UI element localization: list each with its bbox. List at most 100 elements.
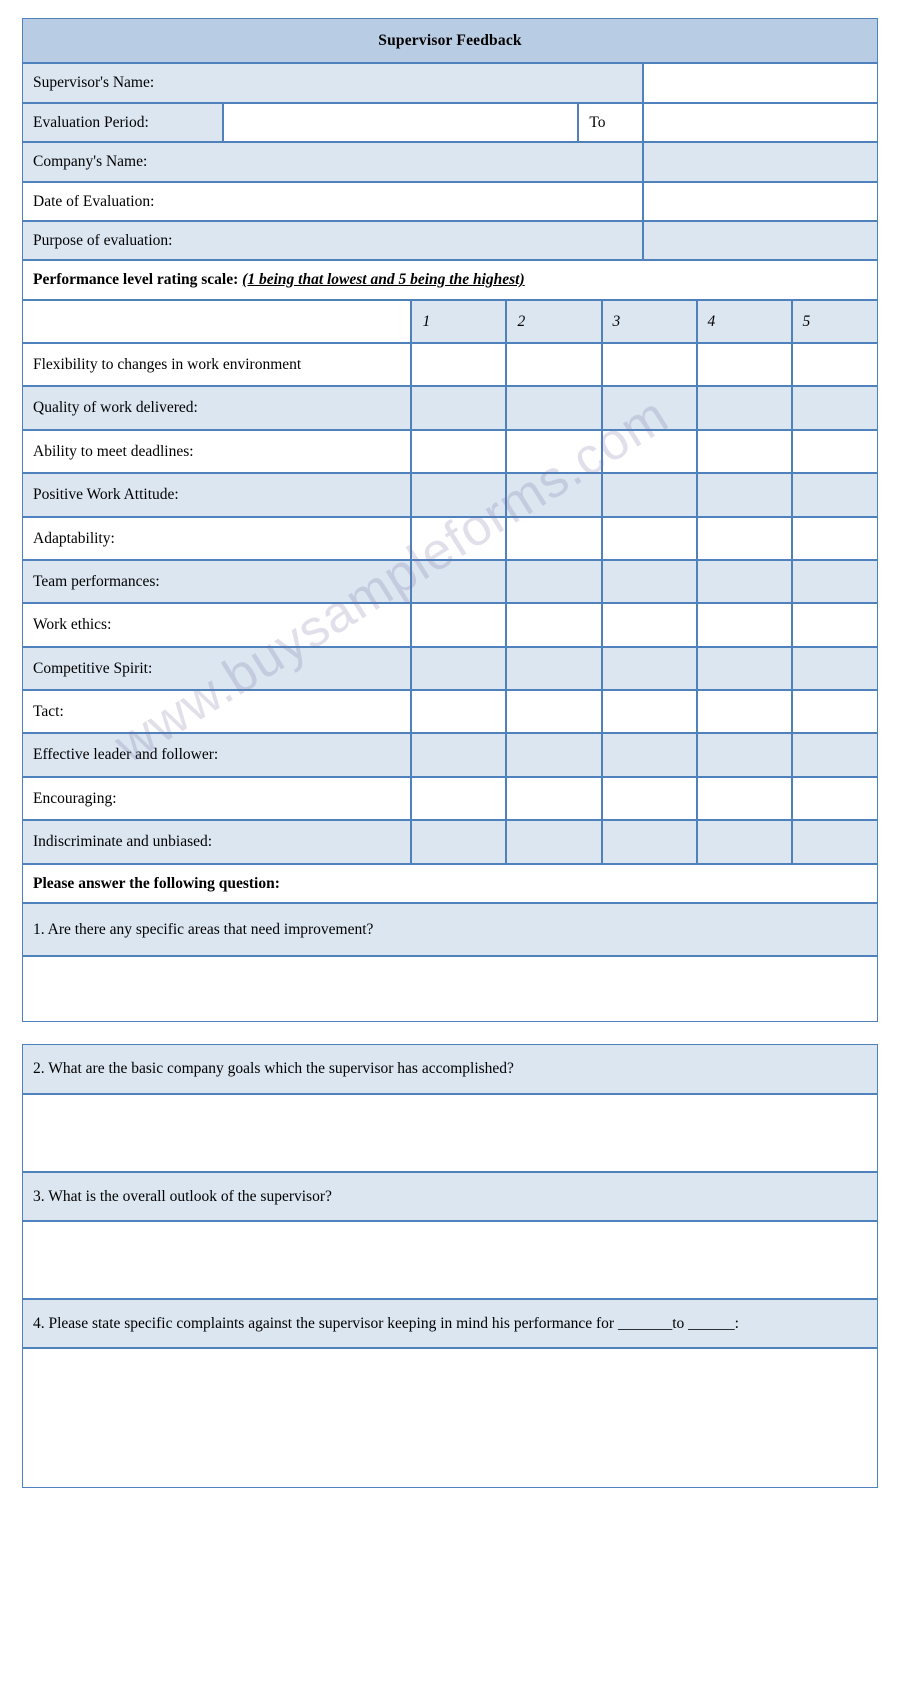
rating-cell-flexibility-5[interactable] — [791, 343, 878, 387]
rating-cell-tact-3[interactable] — [601, 690, 697, 734]
rating-label-encouraging: Encouraging: — [22, 776, 412, 821]
rating-cell-leader-3[interactable] — [601, 733, 697, 777]
rating-column-3: 3 — [601, 299, 697, 343]
rating-cell-deadlines-1[interactable] — [411, 429, 507, 474]
table-row: Flexibility to changes in work environme… — [22, 343, 878, 387]
form-section-one: Supervisor Feedback Supervisor's Name: E… — [22, 18, 878, 1023]
rating-cell-quality-3[interactable] — [601, 386, 697, 430]
question-1-answer[interactable] — [22, 956, 878, 1023]
rating-cell-quality-5[interactable] — [791, 386, 878, 430]
rating-cell-competitive-4[interactable] — [696, 646, 792, 690]
rating-cell-tact-2[interactable] — [506, 690, 602, 734]
rating-cell-ethics-3[interactable] — [601, 603, 697, 647]
rating-cell-leader-4[interactable] — [696, 733, 792, 777]
rating-cell-flexibility-2[interactable] — [506, 343, 602, 387]
rating-cell-quality-1[interactable] — [411, 386, 507, 430]
question-two-row: 2. What are the basic company goals whic… — [22, 1044, 878, 1094]
rating-cell-leader-1[interactable] — [411, 733, 507, 777]
rating-cell-attitude-4[interactable] — [696, 473, 792, 517]
label-to: To — [578, 102, 643, 143]
field-row-evaluation-period: Evaluation Period: To — [22, 102, 878, 143]
rating-cell-flexibility-3[interactable] — [601, 343, 697, 387]
label-date-of-evaluation: Date of Evaluation: — [22, 181, 643, 221]
section-divider — [22, 1022, 878, 1044]
rating-cell-attitude-1[interactable] — [411, 473, 507, 517]
rating-label-deadlines: Ability to meet deadlines: — [22, 429, 412, 474]
rating-cell-encouraging-1[interactable] — [411, 776, 507, 821]
rating-cell-adaptability-3[interactable] — [601, 516, 697, 560]
rating-label-positive-attitude: Positive Work Attitude: — [22, 473, 412, 517]
rating-cell-deadlines-4[interactable] — [696, 429, 792, 474]
rating-column-2: 2 — [506, 299, 602, 343]
rating-cell-quality-4[interactable] — [696, 386, 792, 430]
rating-cell-competitive-2[interactable] — [506, 646, 602, 690]
rating-cell-flexibility-4[interactable] — [696, 343, 792, 387]
rating-cell-indiscriminate-3[interactable] — [601, 820, 697, 864]
rating-cell-adaptability-1[interactable] — [411, 516, 507, 560]
rating-cell-competitive-1[interactable] — [411, 646, 507, 690]
rating-cell-competitive-5[interactable] — [791, 646, 878, 690]
rating-cell-tact-4[interactable] — [696, 690, 792, 734]
rating-label-tact: Tact: — [22, 690, 412, 734]
rating-cell-attitude-5[interactable] — [791, 473, 878, 517]
rating-cell-indiscriminate-2[interactable] — [506, 820, 602, 864]
rating-cell-leader-2[interactable] — [506, 733, 602, 777]
rating-cell-team-5[interactable] — [791, 559, 878, 604]
rating-cell-deadlines-2[interactable] — [506, 429, 602, 474]
rating-cell-ethics-4[interactable] — [696, 603, 792, 647]
label-evaluation-period: Evaluation Period: — [22, 102, 224, 143]
header-and-fields-table: Supervisor Feedback Supervisor's Name: E… — [22, 18, 878, 300]
table-row: Work ethics: — [22, 603, 878, 647]
rating-cell-tact-1[interactable] — [411, 690, 507, 734]
rating-cell-quality-2[interactable] — [506, 386, 602, 430]
rating-cell-ethics-5[interactable] — [791, 603, 878, 647]
rating-cell-flexibility-1[interactable] — [411, 343, 507, 387]
rating-cell-team-2[interactable] — [506, 559, 602, 604]
rating-cell-attitude-3[interactable] — [601, 473, 697, 517]
rating-cell-adaptability-5[interactable] — [791, 516, 878, 560]
rating-column-4: 4 — [696, 299, 792, 343]
table-row: Positive Work Attitude: — [22, 473, 878, 517]
rating-cell-encouraging-2[interactable] — [506, 776, 602, 821]
question-4-answer[interactable] — [22, 1348, 878, 1489]
table-row: Adaptability: — [22, 516, 878, 560]
label-supervisors-name: Supervisor's Name: — [22, 63, 643, 103]
rating-cell-tact-5[interactable] — [791, 690, 878, 734]
rating-cell-indiscriminate-5[interactable] — [791, 820, 878, 864]
question-four-answer-row — [22, 1348, 878, 1489]
input-evaluation-period-to[interactable] — [642, 102, 878, 143]
table-row: Quality of work delivered: — [22, 386, 878, 430]
input-date-of-evaluation[interactable] — [642, 181, 878, 221]
table-row: Indiscriminate and unbiased: — [22, 820, 878, 864]
rating-cell-team-1[interactable] — [411, 559, 507, 604]
input-purpose-of-evaluation[interactable] — [642, 220, 878, 261]
question-one-table: Please answer the following question: 1.… — [22, 863, 878, 1023]
rating-cell-adaptability-4[interactable] — [696, 516, 792, 560]
rating-cell-encouraging-5[interactable] — [791, 776, 878, 821]
rating-cell-deadlines-5[interactable] — [791, 429, 878, 474]
rating-cell-encouraging-3[interactable] — [601, 776, 697, 821]
rating-cell-attitude-2[interactable] — [506, 473, 602, 517]
question-3-answer[interactable] — [22, 1221, 878, 1299]
input-supervisors-name[interactable] — [642, 63, 878, 103]
rating-cell-ethics-2[interactable] — [506, 603, 602, 647]
question-three-answer-row — [22, 1221, 878, 1299]
form-section-two: 2. What are the basic company goals whic… — [22, 1044, 878, 1489]
rating-label-quality-of-work: Quality of work delivered: — [22, 386, 412, 430]
rating-cell-indiscriminate-1[interactable] — [411, 820, 507, 864]
rating-cell-deadlines-3[interactable] — [601, 429, 697, 474]
rating-cell-team-4[interactable] — [696, 559, 792, 604]
rating-header-blank — [22, 299, 412, 343]
rating-cell-indiscriminate-4[interactable] — [696, 820, 792, 864]
rating-cell-team-3[interactable] — [601, 559, 697, 604]
rating-label-indiscriminate: Indiscriminate and unbiased: — [22, 820, 412, 864]
input-evaluation-period-from[interactable] — [223, 102, 579, 143]
field-row-date-of-evaluation: Date of Evaluation: — [22, 181, 878, 221]
rating-cell-encouraging-4[interactable] — [696, 776, 792, 821]
rating-cell-leader-5[interactable] — [791, 733, 878, 777]
rating-cell-ethics-1[interactable] — [411, 603, 507, 647]
input-companys-name[interactable] — [642, 142, 878, 182]
rating-cell-competitive-3[interactable] — [601, 646, 697, 690]
rating-cell-adaptability-2[interactable] — [506, 516, 602, 560]
question-2-answer[interactable] — [22, 1093, 878, 1172]
